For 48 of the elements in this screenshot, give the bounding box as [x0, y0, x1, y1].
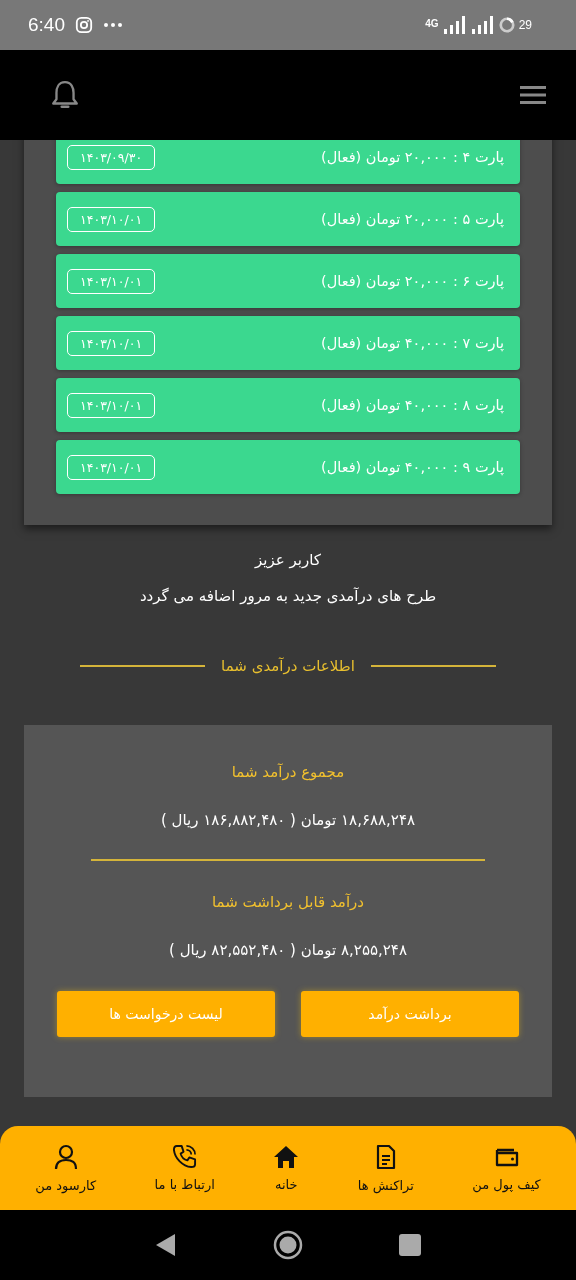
- home-button-icon[interactable]: [273, 1230, 303, 1260]
- camera-icon: [75, 16, 93, 34]
- installment-row[interactable]: پارت ۶ : ۲۰,۰۰۰ تومان (فعال) ۱۴۰۳/۱۰/۰۱: [56, 254, 520, 308]
- battery-level: 29: [518, 18, 532, 32]
- date-tag: ۱۴۰۳/۱۰/۰۱: [67, 454, 156, 480]
- status-time: 6:40: [28, 14, 65, 36]
- installment-label: پارت ۶ : ۲۰,۰۰۰ تومان (فعال): [321, 273, 504, 289]
- installment-label: پارت ۴ : ۲۰,۰۰۰ تومان (فعال): [321, 149, 504, 165]
- battery-icon: [498, 17, 515, 33]
- action-button[interactable]: برداشت درآمد: [301, 990, 519, 1037]
- action-button[interactable]: لیست درخواست ها: [57, 990, 275, 1037]
- date-tag: ۱۴۰۳/۱۰/۰۱: [67, 330, 156, 356]
- installment-row[interactable]: پارت ۸ : ۴۰,۰۰۰ تومان (فعال) ۱۴۰۳/۱۰/۰۱: [56, 378, 520, 432]
- nav-item[interactable]: کارسود من: [35, 1143, 97, 1193]
- installment-row[interactable]: پارت ۷ : ۴۰,۰۰۰ تومان (فعال) ۱۴۰۳/۱۰/۰۱: [56, 316, 520, 370]
- notification-bell-icon[interactable]: [50, 79, 80, 111]
- installment-label: پارت ۹ : ۴۰,۰۰۰ تومان (فعال): [321, 459, 504, 475]
- home-icon: [273, 1144, 300, 1169]
- signal-icon: [470, 16, 495, 34]
- installment-row[interactable]: پارت ۹ : ۴۰,۰۰۰ تومان (فعال) ۱۴۰۳/۱۰/۰۱: [56, 440, 520, 494]
- installment-label: پارت ۸ : ۴۰,۰۰۰ تومان (فعال): [321, 397, 504, 413]
- nav-item[interactable]: خانه: [273, 1144, 300, 1192]
- user-icon: [53, 1143, 78, 1170]
- installment-row[interactable]: پارت ۴ : ۲۰,۰۰۰ تومان (فعال) ۱۴۰۳/۰۹/۳۰: [56, 140, 520, 184]
- date-tag: ۱۴۰۳/۰۹/۳۰: [67, 144, 156, 170]
- installment-row[interactable]: پارت ۵ : ۲۰,۰۰۰ تومان (فعال) ۱۴۰۳/۱۰/۰۱: [56, 192, 520, 246]
- notice-title: کاربر عزیز: [255, 551, 321, 569]
- nav-item[interactable]: ارتباط با ما: [154, 1144, 215, 1192]
- menu-icon[interactable]: [520, 85, 546, 105]
- installment-label: پارت ۵ : ۲۰,۰۰۰ تومان (فعال): [321, 211, 504, 227]
- income-title: مجموع درآمد شما: [231, 763, 345, 781]
- date-tag: ۱۴۰۳/۱۰/۰۱: [67, 392, 156, 418]
- income-amount: ۱۸,۶۸۸,۲۴۸ تومان ( ۱۸۶,۸۸۲,۴۸۰ ریال ): [161, 811, 415, 829]
- nav-item[interactable]: تراکنش ها: [357, 1143, 414, 1193]
- document-icon: [374, 1143, 397, 1170]
- back-icon[interactable]: [155, 1233, 177, 1257]
- date-tag: ۱۴۰۳/۱۰/۰۱: [67, 268, 156, 294]
- more-icon: [103, 22, 123, 28]
- income-amount: ۸,۲۵۵,۲۴۸ تومان ( ۸۲,۵۵۲,۴۸۰ ریال ): [169, 940, 407, 959]
- installment-label: پارت ۷ : ۴۰,۰۰۰ تومان (فعال): [321, 335, 504, 351]
- signal-icon: [442, 16, 467, 34]
- network-label: 4G: [425, 18, 439, 29]
- nav-item[interactable]: کیف پول من: [472, 1144, 541, 1192]
- income-title: درآمد قابل برداشت شما: [212, 892, 364, 911]
- date-tag: ۱۴۰۳/۱۰/۰۱: [67, 206, 156, 232]
- section-heading: اطلاعات درآمدی شما: [221, 657, 355, 675]
- phone-icon: [172, 1144, 198, 1169]
- notice-text: طرح های درآمدی جدید به مرور اضافه می گردد: [139, 587, 437, 605]
